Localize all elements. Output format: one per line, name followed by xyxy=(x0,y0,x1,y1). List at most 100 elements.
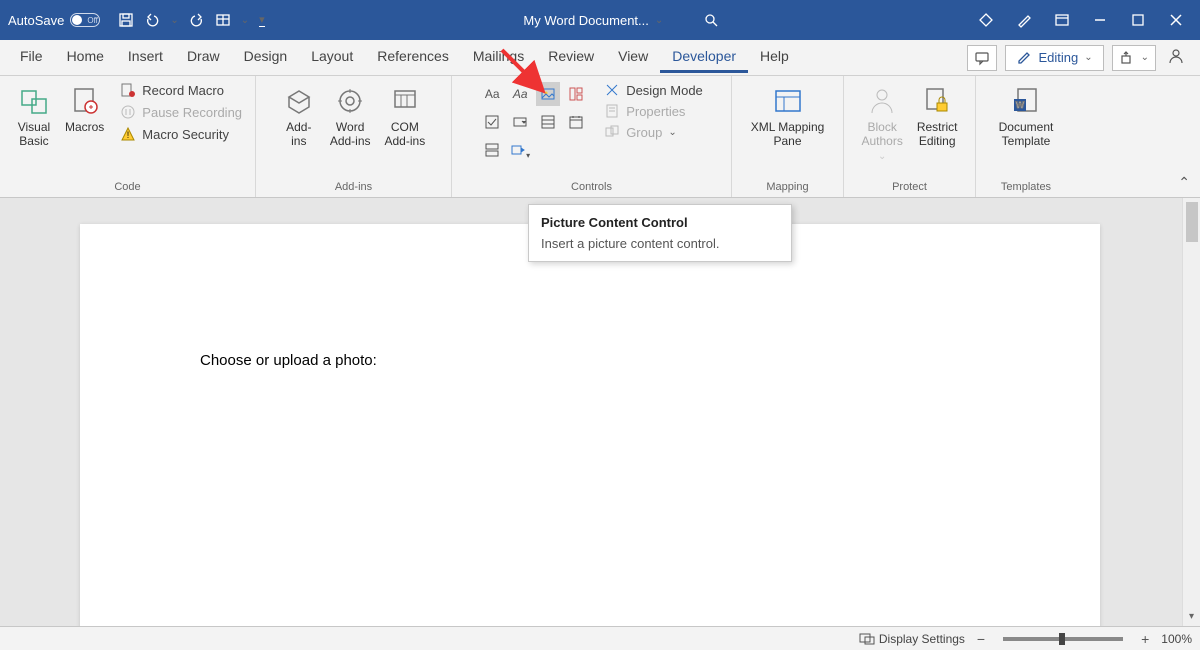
group-controls: Aa Aа ▾ Design Mode Properties Group ⌄ C… xyxy=(452,76,732,197)
toggle-off-icon: Off xyxy=(70,13,100,27)
plain-text-control-icon[interactable]: Aа xyxy=(508,82,532,106)
controls-gallery: Aa Aа ▾ xyxy=(480,82,588,162)
rich-text-control-icon[interactable]: Aa xyxy=(480,82,504,106)
tab-references[interactable]: References xyxy=(365,42,461,73)
share-button[interactable]: ⌄ xyxy=(1112,45,1156,71)
macros-icon xyxy=(68,84,102,118)
status-bar: Display Settings − + 100% xyxy=(0,626,1200,650)
picture-control-icon[interactable] xyxy=(536,82,560,106)
comments-button[interactable] xyxy=(967,45,997,71)
addins-button[interactable]: Add- ins xyxy=(278,82,320,150)
scroll-down-icon[interactable]: ▾ xyxy=(1183,611,1200,622)
maximize-icon[interactable] xyxy=(1130,12,1146,28)
qat-more-icon[interactable]: ⌄ xyxy=(241,15,249,26)
document-title[interactable]: My Word Document... ⌄ xyxy=(523,13,663,28)
tab-review[interactable]: Review xyxy=(536,42,606,73)
tab-insert[interactable]: Insert xyxy=(116,42,175,73)
zoom-slider[interactable] xyxy=(1003,637,1123,641)
zoom-level[interactable]: 100% xyxy=(1161,632,1192,646)
addins-icon xyxy=(282,84,316,118)
brush-icon[interactable] xyxy=(1016,12,1032,28)
visual-basic-button[interactable]: Visual Basic xyxy=(13,82,55,150)
restrict-editing-icon xyxy=(920,84,954,118)
tab-view[interactable]: View xyxy=(606,42,660,73)
repeating-section-control-icon[interactable] xyxy=(480,138,504,162)
chevron-down-icon: ⌄ xyxy=(655,15,663,26)
account-icon[interactable] xyxy=(1164,48,1188,67)
block-authors-button[interactable]: Block Authors⌄ xyxy=(857,82,906,166)
record-macro-button[interactable]: Record Macro xyxy=(120,82,242,98)
group-label-code: Code xyxy=(114,178,140,193)
group-label-protect: Protect xyxy=(892,178,927,193)
close-icon[interactable] xyxy=(1168,12,1184,28)
dropdown-control-icon[interactable] xyxy=(536,110,560,134)
group-templates: WDocument Template Templates xyxy=(976,76,1076,197)
scrollbar-thumb[interactable] xyxy=(1186,202,1198,242)
diamond-icon[interactable] xyxy=(978,12,994,28)
autosave-label: AutoSave xyxy=(8,13,64,28)
properties-button: Properties xyxy=(604,103,703,119)
group-label-mapping: Mapping xyxy=(766,178,808,193)
undo-dropdown-icon[interactable]: ⌄ xyxy=(170,15,178,26)
editing-mode-button[interactable]: Editing ⌄ xyxy=(1005,45,1103,71)
autosave-toggle[interactable]: AutoSave Off xyxy=(8,13,100,28)
document-area: Choose or upload a photo: xyxy=(0,198,1182,626)
tab-design[interactable]: Design xyxy=(232,42,300,73)
xml-mapping-button[interactable]: XML Mapping Pane xyxy=(747,82,829,150)
com-addins-button[interactable]: COM Add-ins xyxy=(381,82,430,150)
chevron-down-icon: ⌄ xyxy=(1084,52,1092,63)
display-settings-button[interactable]: Display Settings xyxy=(859,631,965,647)
legacy-tools-icon[interactable]: ▾ xyxy=(508,138,532,162)
visual-basic-icon xyxy=(17,84,51,118)
tooltip-title: Picture Content Control xyxy=(541,215,779,230)
group-label-controls: Controls xyxy=(571,178,612,193)
ribbon-display-icon[interactable] xyxy=(1054,12,1070,28)
word-addins-icon xyxy=(333,84,367,118)
search-icon[interactable] xyxy=(703,12,719,28)
block-authors-icon xyxy=(865,84,899,118)
document-page[interactable]: Choose or upload a photo: xyxy=(80,224,1100,626)
building-block-control-icon[interactable] xyxy=(564,82,588,106)
document-template-button[interactable]: WDocument Template xyxy=(995,82,1058,150)
save-icon[interactable] xyxy=(118,12,134,28)
minimize-icon[interactable] xyxy=(1092,12,1108,28)
macro-security-button[interactable]: !Macro Security xyxy=(120,126,242,142)
quick-access-toolbar: AutoSave Off ⌄ ⌄ ▾ xyxy=(8,12,265,28)
ribbon: Visual Basic Macros Record Macro Pause R… xyxy=(0,76,1200,198)
tab-mailings[interactable]: Mailings xyxy=(461,42,536,73)
document-template-icon: W xyxy=(1009,84,1043,118)
zoom-out-button[interactable]: − xyxy=(975,631,987,647)
design-mode-button[interactable]: Design Mode xyxy=(604,82,703,98)
zoom-in-button[interactable]: + xyxy=(1139,631,1151,647)
svg-text:W: W xyxy=(1016,100,1025,110)
date-picker-control-icon[interactable] xyxy=(564,110,588,134)
com-addins-icon xyxy=(388,84,422,118)
tab-layout[interactable]: Layout xyxy=(299,42,365,73)
undo-icon[interactable] xyxy=(144,12,160,28)
tooltip-body: Insert a picture content control. xyxy=(541,236,779,251)
tab-file[interactable]: File xyxy=(8,42,55,73)
redo-icon[interactable] xyxy=(189,12,205,28)
word-addins-button[interactable]: Word Add-ins xyxy=(326,82,375,150)
table-icon[interactable] xyxy=(215,12,231,28)
title-bar: AutoSave Off ⌄ ⌄ ▾ My Word Document... ⌄ xyxy=(0,0,1200,40)
group-label-templates: Templates xyxy=(1001,178,1051,193)
collapse-ribbon-icon[interactable]: ⌃ xyxy=(1178,174,1190,191)
vertical-scrollbar[interactable]: ▾ xyxy=(1182,198,1200,626)
group-addins: Add- ins Word Add-ins COM Add-ins Add-in… xyxy=(256,76,452,197)
tab-help[interactable]: Help xyxy=(748,42,801,73)
macros-button[interactable]: Macros xyxy=(61,82,108,136)
group-label-addins: Add-ins xyxy=(335,178,372,193)
tab-home[interactable]: Home xyxy=(55,42,116,73)
group-code: Visual Basic Macros Record Macro Pause R… xyxy=(0,76,256,197)
tab-draw[interactable]: Draw xyxy=(175,42,232,73)
xml-mapping-icon xyxy=(771,84,805,118)
pause-recording-button: Pause Recording xyxy=(120,104,242,120)
combobox-control-icon[interactable] xyxy=(508,110,532,134)
tab-developer[interactable]: Developer xyxy=(660,42,748,73)
checkbox-control-icon[interactable] xyxy=(480,110,504,134)
ribbon-tabs: File Home Insert Draw Design Layout Refe… xyxy=(0,40,1200,76)
picture-control-tooltip: Picture Content Control Insert a picture… xyxy=(528,204,792,262)
restrict-editing-button[interactable]: Restrict Editing xyxy=(913,82,962,150)
document-body-text: Choose or upload a photo: xyxy=(200,352,377,369)
